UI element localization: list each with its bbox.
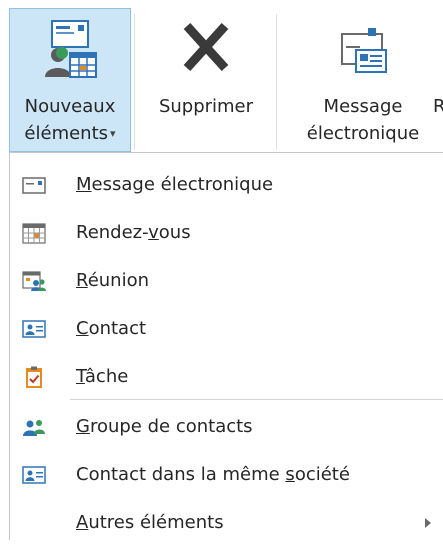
- task-icon: [26, 366, 42, 388]
- menu-item-accelerator: G: [76, 416, 90, 437]
- menu-item-label-post: ontact: [88, 318, 147, 339]
- menu-item-meeting[interactable]: Réunion: [10, 257, 443, 305]
- ribbon-divider: [134, 14, 135, 150]
- delete-button[interactable]: Supprimer: [143, 8, 269, 152]
- ribbon-divider: [276, 14, 277, 150]
- menu-item-appointment[interactable]: Rendez-vous: [10, 209, 443, 257]
- chevron-right-icon: [425, 518, 431, 528]
- ribbon-overflow-text[interactable]: R: [433, 93, 443, 120]
- menu-item-accelerator: R: [76, 270, 88, 291]
- contact-card-icon: [22, 320, 46, 338]
- menu-item-accelerator: M: [76, 174, 92, 195]
- email-message-label: Message électronique: [283, 93, 443, 147]
- menu-item-task[interactable]: Tâche: [10, 353, 443, 401]
- new-items-icon: [45, 20, 97, 78]
- email-message-button[interactable]: Message électronique: [283, 8, 443, 152]
- menu-item-label: Rendez-vous: [76, 209, 191, 257]
- menu-separator: [70, 399, 443, 400]
- new-items-button[interactable]: Nouveaux éléments ▾: [9, 8, 131, 152]
- menu-item-label: Tâche: [76, 353, 128, 401]
- menu-item-accelerator: v: [148, 222, 159, 243]
- new-items-dropdown-menu: Message électronique Rendez-vous Réunion: [9, 152, 443, 540]
- menu-item-label-pre: Contact dans la même: [76, 464, 286, 485]
- menu-item-label: Message électronique: [76, 161, 273, 209]
- email-message-icon: [341, 28, 387, 73]
- menu-item-label: Contact: [76, 305, 146, 353]
- menu-item-accelerator: A: [76, 512, 89, 533]
- meeting-icon: [22, 271, 46, 291]
- menu-item-label: Contact dans la même société: [76, 451, 350, 499]
- email-message-label-line1: Message: [323, 96, 403, 117]
- menu-item-label-post: utres éléments: [88, 512, 224, 533]
- menu-item-accelerator: s: [285, 464, 295, 485]
- delete-x-icon: [183, 22, 229, 72]
- new-items-label: Nouveaux éléments ▾: [10, 93, 130, 147]
- menu-item-accelerator: C: [76, 318, 89, 339]
- email-message-label-line2: électronique: [306, 123, 420, 144]
- menu-item-label-pre: Rendez-: [76, 222, 149, 243]
- menu-item-label-post: roupe de contacts: [89, 416, 253, 437]
- email-message-icon: [22, 177, 46, 194]
- menu-item-label-post: âche: [84, 366, 129, 387]
- calendar-icon: [22, 223, 46, 244]
- contact-card-icon: [22, 466, 46, 484]
- new-items-label-line2-text: éléments: [24, 123, 109, 144]
- menu-item-label-post: essage électronique: [91, 174, 274, 195]
- menu-item-label-post: ociété: [294, 464, 350, 485]
- menu-item-label: Réunion: [76, 257, 149, 305]
- delete-label: Supprimer: [158, 96, 254, 117]
- menu-item-email-message[interactable]: Message électronique: [10, 161, 443, 209]
- menu-item-contact-same-company[interactable]: Contact dans la même société: [10, 451, 443, 499]
- menu-item-contact-group[interactable]: Groupe de contacts: [10, 403, 443, 451]
- menu-item-label: Groupe de contacts: [76, 403, 253, 451]
- contact-group-icon: [23, 420, 45, 436]
- ribbon: Nouveaux éléments ▾ Supprimer Message éle…: [0, 0, 443, 152]
- new-items-label-line1: Nouveaux: [24, 96, 116, 117]
- menu-item-label-post: ous: [158, 222, 191, 243]
- menu-item-label-post: éunion: [87, 270, 150, 291]
- menu-item-contact[interactable]: Contact: [10, 305, 443, 353]
- menu-item-accelerator: T: [76, 366, 85, 387]
- new-items-label-line2: éléments ▾: [10, 120, 130, 147]
- chevron-down-icon: ▾: [110, 127, 116, 140]
